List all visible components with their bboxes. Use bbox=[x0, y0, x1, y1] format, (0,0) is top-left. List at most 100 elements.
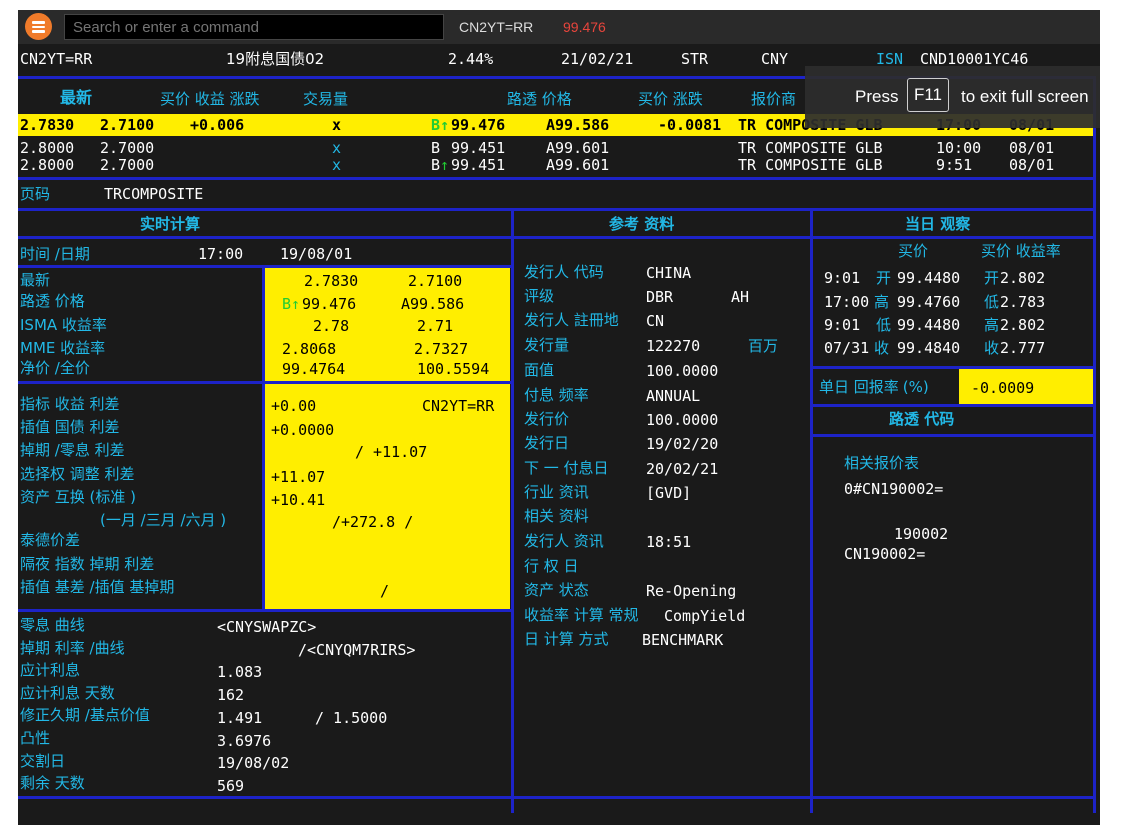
duration-label: 修正久期 /基点价值 bbox=[20, 706, 150, 724]
isma-ask: 2.71 bbox=[417, 317, 454, 335]
fullscreen-hint: Press F11 to exit full screen bbox=[805, 66, 1100, 128]
page-code-value[interactable]: TRCOMPOSITE bbox=[104, 186, 203, 203]
interp-spread-value: +0.0000 bbox=[271, 421, 335, 439]
divider bbox=[810, 434, 1096, 437]
quote-a-price: A99.586 bbox=[546, 116, 610, 134]
divider bbox=[18, 236, 1096, 239]
quote-b-prefix: B bbox=[431, 156, 441, 174]
quote-price-chg: -0.0081 bbox=[658, 116, 722, 134]
quote-chg: +0.006 bbox=[190, 116, 245, 134]
quote-ask: 2.7000 bbox=[100, 139, 155, 157]
reference-label: 行 权 日 bbox=[524, 557, 579, 575]
code-link-1[interactable]: 190002 bbox=[894, 526, 948, 543]
reference-value: 19/02/20 bbox=[646, 435, 719, 453]
daily-time: 9:01 bbox=[824, 316, 861, 334]
related-quotes-link[interactable]: 0#CN190002= bbox=[844, 481, 943, 498]
zero-curve-link[interactable]: <CNYSWAPZC> bbox=[217, 619, 316, 636]
time-date-label: 时间 /日期 bbox=[20, 245, 90, 263]
daily-k1: 低 bbox=[876, 316, 892, 334]
daily-v1: 99.4760 bbox=[897, 293, 961, 311]
fullscreen-press: Press bbox=[855, 87, 899, 106]
code-link-2[interactable]: CN190002= bbox=[844, 546, 925, 563]
column-divider bbox=[511, 208, 514, 813]
bpv-value: / 1.5000 bbox=[315, 709, 388, 727]
divider bbox=[18, 177, 1096, 180]
header-coupon: 2.44% bbox=[448, 50, 494, 68]
option-spread-label: 选择权 调整 利差 bbox=[20, 465, 135, 483]
ted-spread-label: 泰德价差 bbox=[20, 531, 81, 549]
quote-source: TR COMPOSITE GLB bbox=[738, 139, 883, 157]
header-currency: CNY bbox=[761, 50, 789, 68]
quote-time: 10:00 bbox=[936, 139, 982, 157]
quote-date: 08/01 bbox=[1009, 139, 1055, 157]
uptick-arrow-icon: ↑ bbox=[440, 156, 450, 174]
quote-a-price: A99.601 bbox=[546, 139, 610, 157]
quote-volume: x bbox=[332, 156, 342, 174]
reference-label: 付息 频率 bbox=[524, 386, 589, 404]
daily-k2: 高 bbox=[984, 316, 1000, 334]
rp-ask: A99.586 bbox=[401, 295, 465, 313]
bench-ric[interactable]: CN2YT=RR bbox=[422, 398, 494, 415]
isma-bid: 2.78 bbox=[313, 317, 350, 335]
bench-spread-value: +0.00 bbox=[271, 397, 317, 415]
reference-label: 日 计算 方式 bbox=[524, 630, 609, 648]
quote-date: 08/01 bbox=[1009, 156, 1055, 174]
daily-time: 07/31 bbox=[824, 339, 870, 357]
reference-value: CHINA bbox=[646, 264, 692, 282]
asset-swap-value: +10.41 bbox=[271, 491, 326, 509]
divider bbox=[18, 796, 1096, 799]
header-maturity: 21/02/21 bbox=[561, 50, 634, 68]
reference-label: 面值 bbox=[524, 361, 555, 379]
quote-bid: 2.7830 bbox=[20, 116, 75, 134]
eikon-logo-icon[interactable] bbox=[25, 13, 52, 40]
settle-label: 交割日 bbox=[20, 752, 66, 770]
reference-label: 发行量 bbox=[524, 336, 570, 354]
reference-label: 资产 状态 bbox=[524, 581, 589, 599]
daily-k1: 高 bbox=[874, 293, 890, 311]
col-latest: 最新 bbox=[60, 88, 93, 107]
quote-a-price: A99.601 bbox=[546, 156, 610, 174]
quote-ask: 2.7100 bbox=[100, 116, 155, 134]
option-spread-value: +11.07 bbox=[271, 468, 326, 486]
reference-label: 行业 资讯 bbox=[524, 483, 589, 501]
latest-ask: 2.7100 bbox=[408, 272, 463, 290]
basis-label: 插值 基差 /插值 基掉期 bbox=[20, 578, 175, 596]
quote-volume: x bbox=[332, 116, 342, 134]
daily-return-label: 单日 回报率 (%) bbox=[819, 379, 929, 396]
bench-spread-label: 指标 收益 利差 bbox=[20, 395, 120, 413]
quote-volume: x bbox=[332, 139, 342, 157]
reference-value: BENCHMARK bbox=[642, 631, 724, 649]
convexity-label: 凸性 bbox=[20, 729, 51, 747]
calc-date: 19/08/01 bbox=[280, 245, 353, 263]
latest-bid: 2.7830 bbox=[304, 272, 359, 290]
divider bbox=[810, 404, 1096, 407]
terminal-screen: CN2YT=RR 99.476 CN2YT=RR 19附息国债02 2.44% … bbox=[18, 10, 1100, 825]
daily-v2: 2.802 bbox=[1000, 316, 1046, 334]
uptick-arrow-icon: ↑ bbox=[291, 295, 301, 313]
reference-label: 评级 bbox=[524, 287, 555, 305]
daily-v2: 2.783 bbox=[1000, 293, 1046, 311]
swap-curve-link[interactable]: /<CNYQM7RIRS> bbox=[298, 642, 415, 659]
header-str: STR bbox=[681, 50, 709, 68]
rp-bid: 99.476 bbox=[302, 295, 357, 313]
mme-label: MME 收益率 bbox=[20, 339, 106, 357]
reference-value: 122270 bbox=[646, 337, 701, 355]
isma-label: ISMA 收益率 bbox=[20, 316, 107, 334]
reference-label: 发行价 bbox=[524, 410, 570, 428]
uptick-arrow-icon: ↑ bbox=[440, 116, 450, 134]
daily-col-bid: 买价 bbox=[898, 242, 929, 260]
accrued-days-value: 162 bbox=[217, 686, 245, 704]
reference-label: 收益率 计算 常规 bbox=[524, 606, 639, 624]
divider bbox=[18, 208, 1096, 211]
swap-spread-label: 掉期 /零息 利差 bbox=[20, 441, 125, 459]
header-ric: CN2YT=RR bbox=[20, 50, 93, 68]
reference-value: DBR bbox=[646, 288, 674, 306]
command-search-input[interactable] bbox=[64, 14, 444, 40]
reference-extra: 百万 bbox=[748, 337, 779, 355]
convexity-value: 3.6976 bbox=[217, 732, 272, 750]
quote-source: TR COMPOSITE GLB bbox=[738, 156, 883, 174]
header-bond-name: 19附息国债02 bbox=[226, 50, 325, 68]
reference-value: ANNUAL bbox=[646, 387, 701, 405]
reference-value: Re-Opening bbox=[646, 582, 737, 600]
calc-time: 17:00 bbox=[198, 245, 244, 263]
